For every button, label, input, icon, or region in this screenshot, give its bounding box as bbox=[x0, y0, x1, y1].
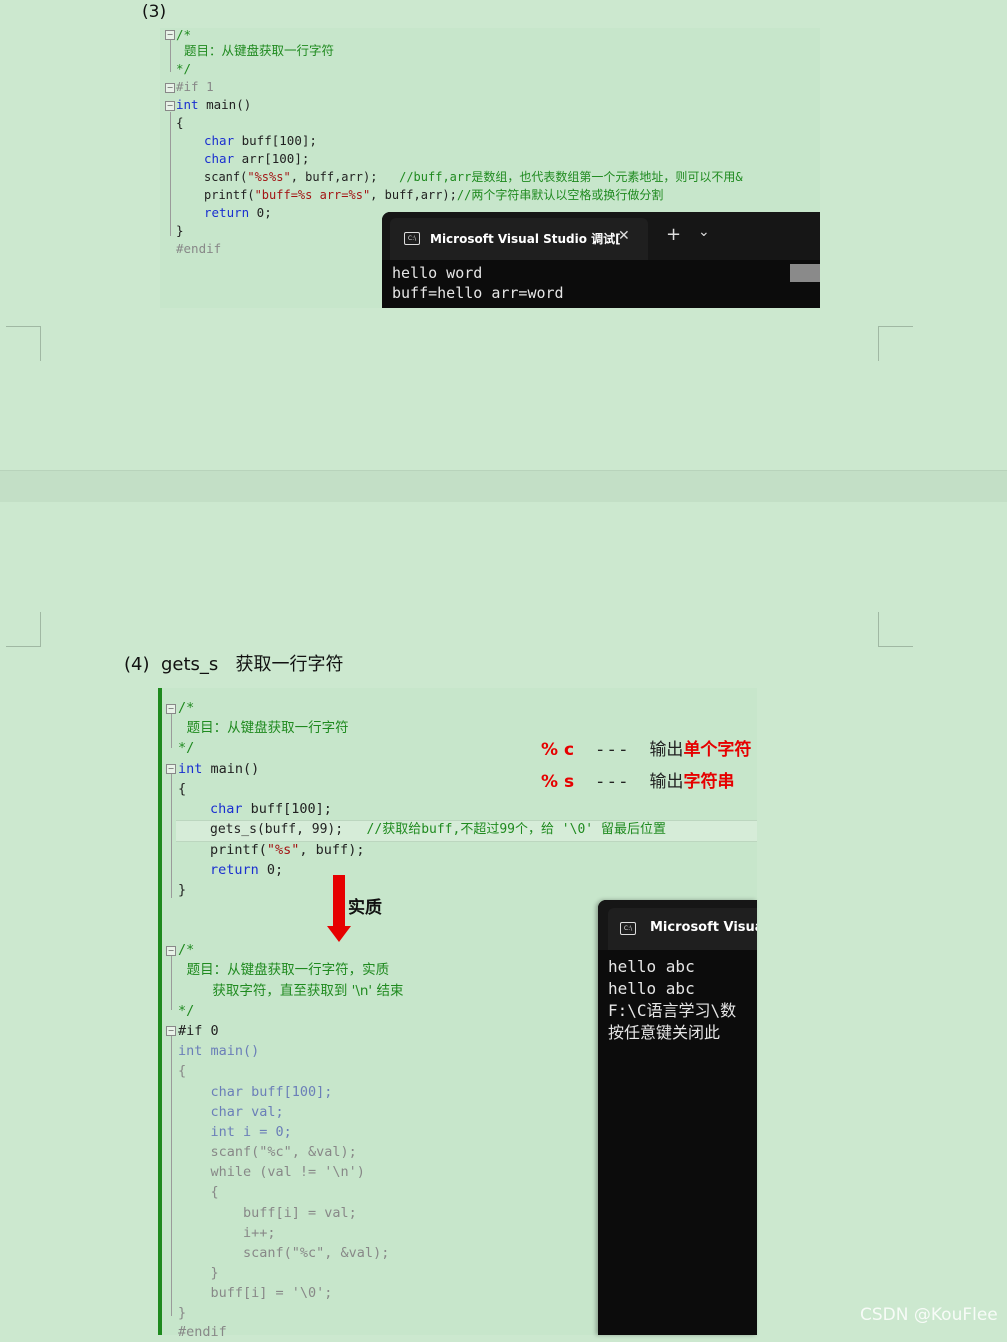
fold-toggle-icon[interactable]: − bbox=[165, 83, 175, 93]
code-line: char buff[100]; bbox=[210, 801, 332, 817]
add-tab-icon[interactable]: + bbox=[666, 224, 681, 245]
console-icon: C:\ bbox=[404, 232, 420, 245]
fold-toggle-icon[interactable]: − bbox=[166, 704, 176, 714]
code-line: /* bbox=[178, 942, 195, 958]
section-4-number: (4) bbox=[124, 654, 150, 675]
code-line: 题目：从键盘获取一行字符 bbox=[176, 43, 334, 58]
fold-toggle-icon[interactable]: − bbox=[165, 30, 175, 40]
fold-guide bbox=[170, 112, 171, 236]
terminal-output-line: 按任意键关闭此 bbox=[608, 1023, 721, 1042]
code-line: #if 0 bbox=[178, 1023, 219, 1039]
terminal-output-line: F:\C语言学习\数 bbox=[608, 1001, 737, 1020]
fold-guide bbox=[170, 40, 171, 72]
code-line: } bbox=[178, 1265, 219, 1281]
corner-mark bbox=[6, 326, 41, 361]
corner-mark bbox=[878, 326, 913, 361]
code-line: 题目：从键盘获取一行字符 bbox=[178, 720, 349, 736]
terminal-output-line: hello abc bbox=[608, 979, 695, 998]
fold-toggle-icon[interactable]: − bbox=[166, 946, 176, 956]
terminal-output-line: hello abc bbox=[608, 957, 695, 976]
watermark: CSDN @KouFlee bbox=[860, 1305, 998, 1325]
corner-mark bbox=[878, 612, 913, 647]
code-line: gets_s(buff, 99); //获取给buff,不超过99个，给 '\0… bbox=[210, 822, 666, 837]
fold-guide bbox=[171, 956, 172, 1010]
code-line: { bbox=[178, 781, 187, 797]
code-line: buff[i] = val; bbox=[178, 1205, 357, 1221]
code-line: } bbox=[178, 882, 187, 898]
code-line: return 0; bbox=[210, 862, 284, 878]
code-line: while (val != '\n') bbox=[178, 1164, 365, 1180]
code-line: } bbox=[178, 1305, 187, 1321]
terminal-tab[interactable]: C:\ Microsoft Visual bbox=[608, 908, 757, 950]
code-line: printf("buff=%s arr=%s", buff,arr);//两个字… bbox=[204, 188, 664, 202]
close-icon[interactable]: ✕ bbox=[618, 228, 630, 244]
code-line: scanf("%c", &val); bbox=[178, 1245, 390, 1261]
arrow-shaft bbox=[333, 875, 345, 927]
code-line: 题目：从键盘获取一行字符，实质 bbox=[178, 962, 390, 978]
code-line: */ bbox=[176, 61, 192, 76]
chevron-down-icon[interactable]: ⌄ bbox=[698, 224, 710, 240]
code-line: { bbox=[176, 115, 184, 130]
code-line: i++; bbox=[178, 1225, 276, 1241]
code-line: */ bbox=[178, 1003, 195, 1019]
code-line: #if 1 bbox=[176, 79, 214, 94]
terminal-tab[interactable]: C:\ Microsoft Visual Studio 调试[ ✕ bbox=[390, 218, 648, 260]
code-block-3: − − − /* 题目：从键盘获取一行字符 */ #if 1 int main(… bbox=[160, 27, 820, 308]
note-percent-c: % c - - - 输出单个字符 bbox=[541, 740, 752, 760]
code-line: buff[i] = '\0'; bbox=[178, 1285, 333, 1301]
code-line: char buff[100]; bbox=[178, 1084, 333, 1100]
code-line: char buff[100]; bbox=[204, 133, 317, 148]
code-line: #endif bbox=[176, 241, 222, 256]
code-line: int main() bbox=[178, 761, 260, 777]
code-line: int i = 0; bbox=[178, 1124, 292, 1140]
terminal-tab-title: Microsoft Visual bbox=[650, 920, 757, 935]
fold-toggle-icon[interactable]: − bbox=[166, 764, 176, 774]
terminal-tab-title: Microsoft Visual Studio 调试[ bbox=[430, 232, 621, 246]
scrollbar-thumb[interactable] bbox=[790, 264, 820, 282]
code-line: scanf("%c", &val); bbox=[178, 1144, 357, 1160]
fold-toggle-icon[interactable]: − bbox=[165, 101, 175, 111]
code-line: /* bbox=[178, 700, 195, 716]
code-line: return 0; bbox=[204, 205, 272, 220]
arrow-label: 实质 bbox=[348, 898, 382, 918]
code-line: 获取字符，直至获取到 '\n' 结束 bbox=[178, 983, 404, 999]
terminal-output-line: buff=hello arr=word bbox=[392, 284, 564, 302]
console-icon: C:\ bbox=[620, 922, 636, 935]
code-line: { bbox=[178, 1063, 187, 1079]
code-line: } bbox=[176, 223, 184, 238]
left-accent-bar bbox=[158, 688, 162, 1335]
code-line: #endif bbox=[178, 1324, 227, 1340]
terminal-output-line: hello word bbox=[392, 264, 483, 282]
code-line: char arr[100]; bbox=[204, 151, 310, 166]
code-line: scanf("%s%s", buff,arr); //buff,arr是数组，也… bbox=[204, 170, 743, 184]
code-line: */ bbox=[178, 740, 195, 756]
corner-mark bbox=[6, 612, 41, 647]
code-line: char val; bbox=[178, 1104, 284, 1120]
terminal-window: C:\ Microsoft Visual Studio 调试[ ✕ + ⌄ he… bbox=[382, 212, 820, 308]
code-line: printf("%s", buff); bbox=[210, 842, 365, 858]
fold-guide bbox=[171, 714, 172, 748]
section-4-function: gets_s bbox=[160, 654, 219, 675]
section-4-title: 获取一行字符 bbox=[235, 654, 344, 675]
fold-guide bbox=[171, 774, 172, 898]
fold-toggle-icon[interactable]: − bbox=[166, 1026, 176, 1036]
page-gap bbox=[0, 470, 1007, 504]
code-line: { bbox=[178, 1184, 219, 1200]
terminal-window: C:\ Microsoft Visual hello abc hello abc… bbox=[598, 900, 757, 1335]
section-3-label: (3) bbox=[142, 2, 167, 22]
arrow-down-icon bbox=[327, 926, 351, 942]
code-line: int main() bbox=[176, 97, 252, 112]
fold-guide bbox=[171, 1036, 172, 1316]
code-line: int main() bbox=[178, 1043, 260, 1059]
section-4-heading: (4) gets_s 获取一行字符 bbox=[124, 650, 343, 676]
note-percent-s: % s - - - 输出字符串 bbox=[541, 772, 735, 792]
